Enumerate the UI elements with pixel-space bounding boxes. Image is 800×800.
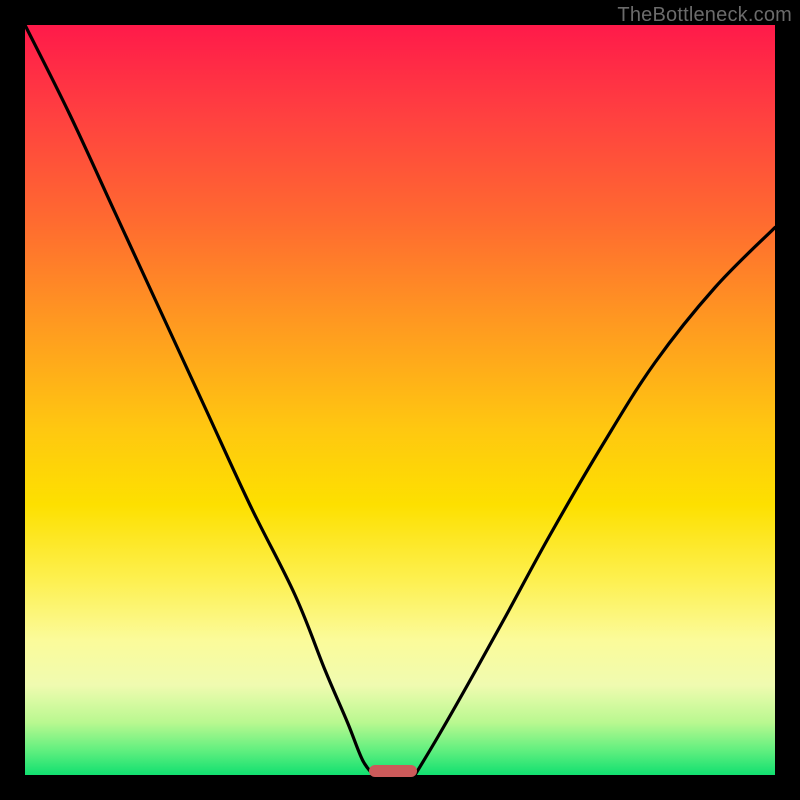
bottleneck-marker: [369, 765, 417, 777]
watermark-text: TheBottleneck.com: [617, 4, 792, 27]
left-curve: [25, 25, 374, 775]
chart-area: [25, 25, 775, 775]
right-curve: [415, 228, 775, 776]
curve-layer: [25, 25, 775, 775]
